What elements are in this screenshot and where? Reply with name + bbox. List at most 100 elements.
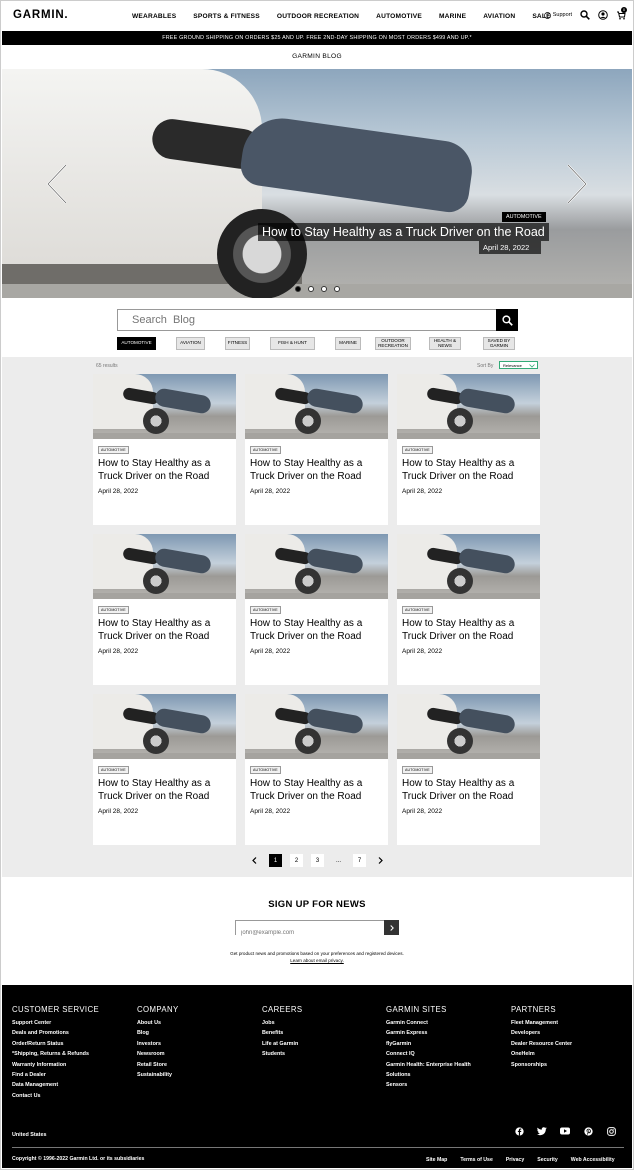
filter-chip-health-news[interactable]: HEALTH & NEWS [429, 337, 461, 350]
article-title[interactable]: How to Stay Healthy as a Truck Driver on… [250, 458, 385, 483]
cart-button[interactable]: 0 [616, 7, 627, 20]
email-privacy-link[interactable]: Learn about email privacy. [0, 957, 634, 964]
article-thumbnail[interactable] [93, 694, 236, 759]
pinterest-icon[interactable] [583, 1126, 593, 1136]
pagination-page-3[interactable]: 3 [311, 854, 324, 867]
article-thumbnail[interactable] [245, 534, 388, 599]
carousel-dot[interactable] [295, 286, 301, 292]
hero-title[interactable]: How to Stay Healthy as a Truck Driver on… [258, 223, 549, 241]
footer-link[interactable]: Garmin Health: Enterprise Health [386, 1060, 471, 1070]
filter-chip-saved-by-garmin[interactable]: SAVED BY GARMIN [483, 337, 515, 350]
footer-link[interactable]: Connect IQ [386, 1049, 471, 1059]
filter-chip-fitness[interactable]: FITNESS [225, 337, 250, 350]
footer-link[interactable]: Solutions [386, 1070, 471, 1080]
footer-link[interactable]: Fleet Management [511, 1018, 572, 1028]
article-thumbnail[interactable] [93, 534, 236, 599]
article-card[interactable]: AUTOMOTIVE How to Stay Healthy as a Truck… [397, 374, 540, 525]
carousel-next-icon[interactable] [562, 162, 590, 206]
twitter-icon[interactable] [537, 1126, 547, 1136]
country-selector[interactable]: United States [12, 1132, 46, 1138]
filter-chip-aviation[interactable]: AVIATION [176, 337, 205, 350]
footer-link[interactable]: Data Management [12, 1080, 99, 1090]
article-thumbnail[interactable] [397, 374, 540, 439]
article-title[interactable]: How to Stay Healthy as a Truck Driver on… [402, 618, 537, 643]
blog-search-button[interactable] [496, 309, 518, 331]
filter-chip-outdoor-recreation[interactable]: OUTDOOR RECREATION [375, 337, 411, 350]
footer-link[interactable]: Investors [137, 1039, 179, 1049]
article-card[interactable]: AUTOMOTIVE How to Stay Healthy as a Truck… [245, 694, 388, 845]
article-title[interactable]: How to Stay Healthy as a Truck Driver on… [98, 618, 233, 643]
footer-link-security[interactable]: Security [537, 1157, 557, 1163]
signup-submit-button[interactable] [384, 920, 399, 935]
blog-search-input[interactable] [118, 310, 496, 330]
garmin-logo[interactable]: GARMIN. [13, 9, 68, 21]
footer-link[interactable]: Order/Return Status [12, 1039, 99, 1049]
signup-email-input[interactable] [236, 926, 384, 940]
footer-link[interactable]: Warranty Information [12, 1060, 99, 1070]
sort-select[interactable]: Relevance [499, 361, 538, 369]
footer-link[interactable]: Deals and Promotions [12, 1028, 99, 1038]
footer-link[interactable]: OneHelm [511, 1049, 572, 1059]
article-card[interactable]: AUTOMOTIVE How to Stay Healthy as a Truck… [93, 694, 236, 845]
article-title[interactable]: How to Stay Healthy as a Truck Driver on… [250, 618, 385, 643]
article-title[interactable]: How to Stay Healthy as a Truck Driver on… [98, 458, 233, 483]
promo-banner[interactable]: FREE GROUND SHIPPING ON ORDERS $25 AND U… [2, 31, 632, 45]
footer-link-web-accessibility[interactable]: Web Accessibility [571, 1157, 615, 1163]
footer-link[interactable]: *Shipping, Returns & Refunds [12, 1049, 99, 1059]
footer-link[interactable]: Contact Us [12, 1091, 99, 1101]
carousel-dot[interactable] [321, 286, 327, 292]
pagination-page-2[interactable]: 2 [290, 854, 303, 867]
footer-link[interactable]: Developers [511, 1028, 572, 1038]
carousel-dot[interactable] [334, 286, 340, 292]
footer-link-privacy[interactable]: Privacy [506, 1157, 524, 1163]
footer-link[interactable]: Garmin Connect [386, 1018, 471, 1028]
footer-link-terms-of-use[interactable]: Terms of Use [460, 1157, 492, 1163]
article-card[interactable]: AUTOMOTIVE How to Stay Healthy as a Truck… [93, 534, 236, 685]
footer-link[interactable]: Students [262, 1049, 303, 1059]
article-card[interactable]: AUTOMOTIVE How to Stay Healthy as a Truck… [245, 374, 388, 525]
pagination-page-1[interactable]: 1 [269, 854, 282, 867]
footer-link[interactable]: Benefits [262, 1028, 303, 1038]
footer-link[interactable]: About Us [137, 1018, 179, 1028]
article-card[interactable]: AUTOMOTIVE How to Stay Healthy as a Truck… [93, 374, 236, 525]
filter-chip-automotive[interactable]: AUTOMOTIVE [117, 337, 156, 350]
article-title[interactable]: How to Stay Healthy as a Truck Driver on… [250, 778, 385, 803]
pagination-prev-button[interactable] [248, 854, 261, 867]
article-title[interactable]: How to Stay Healthy as a Truck Driver on… [402, 458, 537, 483]
article-title[interactable]: How to Stay Healthy as a Truck Driver on… [98, 778, 233, 803]
hero-carousel[interactable]: AUTOMOTIVE How to Stay Healthy as a Truc… [2, 69, 632, 298]
footer-link[interactable]: Support Center [12, 1018, 99, 1028]
article-card[interactable]: AUTOMOTIVE How to Stay Healthy as a Truck… [397, 694, 540, 845]
article-thumbnail[interactable] [397, 694, 540, 759]
article-thumbnail[interactable] [93, 374, 236, 439]
pagination-page-7[interactable]: 7 [353, 854, 366, 867]
instagram-icon[interactable] [606, 1126, 616, 1136]
article-thumbnail[interactable] [397, 534, 540, 599]
carousel-dot[interactable] [308, 286, 314, 292]
footer-link-site-map[interactable]: Site Map [426, 1157, 447, 1163]
nav-item-sports-fitness[interactable]: SPORTS & FITNESS [193, 13, 260, 20]
footer-link[interactable]: Retail Store [137, 1060, 179, 1070]
footer-link[interactable]: Blog [137, 1028, 179, 1038]
pagination-next-button[interactable] [374, 854, 387, 867]
nav-item-marine[interactable]: MARINE [439, 13, 466, 20]
nav-item-wearables[interactable]: WEARABLES [132, 13, 176, 20]
filter-chip-marine[interactable]: MARINE [335, 337, 361, 350]
nav-item-aviation[interactable]: AVIATION [483, 13, 515, 20]
article-thumbnail[interactable] [245, 694, 388, 759]
article-thumbnail[interactable] [245, 374, 388, 439]
article-title[interactable]: How to Stay Healthy as a Truck Driver on… [402, 778, 537, 803]
footer-link[interactable]: Dealer Resource Center [511, 1039, 572, 1049]
support-link[interactable]: ? Support [543, 11, 572, 19]
footer-link[interactable]: Newsroom [137, 1049, 179, 1059]
footer-link[interactable]: Sustainability [137, 1070, 179, 1080]
footer-link[interactable]: Garmin Express [386, 1028, 471, 1038]
footer-link[interactable]: Life at Garmin [262, 1039, 303, 1049]
facebook-icon[interactable] [514, 1126, 524, 1136]
nav-item-outdoor-recreation[interactable]: OUTDOOR RECREATION [277, 13, 359, 20]
footer-link[interactable]: Sponsorships [511, 1060, 572, 1070]
footer-link[interactable]: flyGarmin [386, 1039, 471, 1049]
nav-item-automotive[interactable]: AUTOMOTIVE [376, 13, 422, 20]
search-icon[interactable] [580, 10, 590, 20]
article-card[interactable]: AUTOMOTIVE How to Stay Healthy as a Truck… [245, 534, 388, 685]
